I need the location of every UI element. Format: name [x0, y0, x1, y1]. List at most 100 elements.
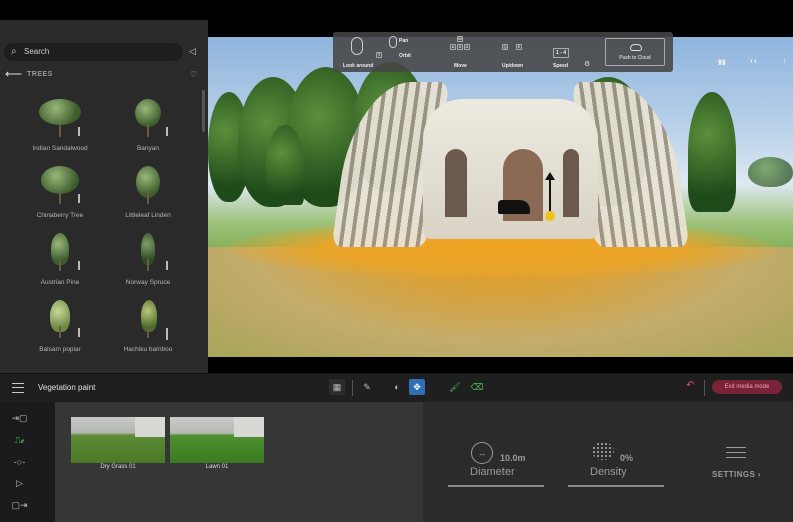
- distant-trees: [748, 157, 793, 187]
- grid-view-icon[interactable]: ▮▮: [718, 58, 726, 66]
- library-scrollbar[interactable]: [202, 90, 205, 132]
- tree-thumbnail: [45, 233, 80, 271]
- diameter-slider[interactable]: [448, 485, 544, 487]
- library-item-label: Indian Sandalwood: [32, 145, 88, 152]
- diameter-value: 10.0m: [500, 453, 526, 463]
- path-icon[interactable]: -○-: [11, 456, 28, 468]
- vegetation-paint-icon[interactable]: ⎍ℯ: [11, 434, 28, 446]
- push-to-cloud-button[interactable]: Push to Cloud: [605, 38, 665, 66]
- updown-group: Q E Up/down: [498, 32, 536, 72]
- library-item[interactable]: Balsam poplar: [10, 294, 110, 360]
- asset-label: Lawn 01: [205, 464, 229, 470]
- tree-thumbnail: [45, 300, 80, 338]
- move-tool-icon[interactable]: ✥: [409, 379, 425, 395]
- library-item[interactable]: Hachiku bamboo: [98, 294, 198, 360]
- grid-paint-icon[interactable]: ▦: [329, 379, 345, 395]
- pavilion-arch: [563, 149, 579, 217]
- move-label: Move: [454, 63, 467, 69]
- paint-asset-list: Dry Grass 01 Lawn 01: [55, 402, 423, 522]
- shift-key-icon: ⇧: [376, 52, 382, 58]
- mouse-icon: [389, 36, 397, 48]
- category-title: TREES: [27, 71, 53, 78]
- more-icon[interactable]: ⋮: [781, 58, 788, 66]
- key-s: S: [457, 44, 463, 50]
- cypress-tree: [688, 92, 736, 212]
- heart-icon[interactable]: ♡: [190, 70, 197, 79]
- asset-item[interactable]: Lawn 01: [170, 417, 264, 475]
- density-icon: [592, 442, 614, 460]
- export-icon[interactable]: ▢⇥: [11, 499, 28, 511]
- back-arrow-icon[interactable]: ⟵: [5, 67, 22, 81]
- circle-toggle-icon[interactable]: ◐: [389, 379, 405, 395]
- asset-thumbnail: [170, 417, 264, 463]
- settings-label: SETTINGS: [712, 470, 756, 479]
- settings-button[interactable]: SETTINGS ›: [712, 470, 761, 479]
- speed-group: 1 - 4 Speed: [551, 32, 581, 72]
- updown-label: Up/down: [502, 63, 524, 69]
- cloud-upload-icon: [630, 44, 642, 51]
- tree-thumbnail: [133, 300, 168, 340]
- tree-thumbnail: [41, 166, 80, 204]
- asset-item[interactable]: Dry Grass 01: [71, 417, 165, 475]
- orbit-label: Orbit: [399, 53, 411, 59]
- asset-label: Dry Grass 01: [100, 464, 136, 470]
- sun-marker[interactable]: [545, 211, 555, 221]
- library-item[interactable]: Norway Spruce: [98, 227, 198, 293]
- import-icon[interactable]: ⇥▢: [11, 412, 28, 424]
- search-icon: ⌕: [11, 46, 17, 57]
- hamburger-icon[interactable]: [12, 383, 24, 393]
- tree-thumbnail: [39, 99, 81, 137]
- library-item[interactable]: Banyan: [98, 93, 198, 159]
- vr-icon[interactable]: ◖◗: [749, 58, 757, 65]
- look-around-label: Look around: [343, 63, 374, 69]
- library-item[interactable]: Chinaberry Tree: [10, 160, 110, 226]
- undo-icon[interactable]: ↶: [686, 380, 694, 391]
- video-icon[interactable]: ▷: [11, 477, 28, 489]
- navigation-controls: ⇧ Look around Pan Orbit W A S D Move Q E…: [333, 32, 673, 72]
- library-item[interactable]: Indian Sandalwood: [10, 93, 110, 159]
- pan-label: Pan: [399, 38, 409, 44]
- exit-media-mode-button[interactable]: Exit media mode: [712, 380, 782, 394]
- side-tool-list: ⇥▢ ⎍ℯ -○- ▷ ▢⇥: [0, 402, 55, 522]
- pavilion: [423, 99, 598, 239]
- library-item-label: Balsam poplar: [39, 346, 81, 353]
- tree-thumbnail: [133, 99, 168, 137]
- settings-sliders-icon: [726, 445, 746, 459]
- tree-thumbnail: [133, 233, 168, 271]
- speed-label: Speed: [553, 63, 569, 69]
- mode-title: Vegetation paint: [38, 383, 96, 392]
- key-a: A: [450, 44, 456, 50]
- library-item-label: Banyan: [136, 145, 160, 152]
- push-to-cloud-label: Push to Cloud: [619, 55, 651, 61]
- diameter-icon: ↔: [471, 442, 493, 464]
- search-input[interactable]: ⌕ Search: [4, 43, 183, 61]
- library-item[interactable]: Littleleaf Linden: [98, 160, 198, 226]
- density-label: Density: [590, 466, 627, 478]
- library-item[interactable]: Austrian Pine: [10, 227, 110, 293]
- pavilion-arch: [445, 149, 467, 217]
- eraser-icon[interactable]: ⌫: [469, 379, 485, 395]
- search-placeholder: Search: [24, 47, 50, 56]
- 3d-viewport[interactable]: ▮▮ ◖◗ ⋮: [208, 37, 793, 357]
- library-item-label: Hachiku bamboo: [123, 346, 173, 353]
- collapse-panel-icon[interactable]: ◁: [189, 46, 196, 57]
- tree-thumbnail: [133, 166, 163, 204]
- asset-library-panel: ⌕ Search ◁ ⟵ TREES ♡ Indian Sandalwood B…: [0, 20, 208, 373]
- key-w: W: [457, 36, 463, 42]
- mode-toolbar: Vegetation paint ▦ ✎ ◐ ✥ 🖌 ⌫ ↶ Exit medi…: [0, 373, 793, 402]
- toolbar-divider: [704, 380, 705, 396]
- paint-brush-icon[interactable]: 🖌: [447, 379, 463, 395]
- nav-settings-icon[interactable]: ⚙: [584, 60, 590, 68]
- eyedropper-icon[interactable]: ✎: [359, 379, 375, 395]
- mouse-icon: [351, 37, 363, 55]
- key-e: E: [516, 44, 522, 50]
- piano: [498, 200, 530, 214]
- density-slider[interactable]: [568, 485, 664, 487]
- toolbar-divider: [352, 380, 353, 396]
- brush-properties: ↔ 10.0m Diameter 0% Density SETTINGS ›: [423, 402, 793, 522]
- library-item-label: Norway Spruce: [125, 279, 171, 286]
- library-item-label: Chinaberry Tree: [36, 212, 84, 219]
- pan-orbit-group: Pan Orbit: [389, 32, 429, 72]
- look-around-group: ⇧ Look around: [341, 32, 389, 72]
- library-item-label: Austrian Pine: [40, 279, 80, 286]
